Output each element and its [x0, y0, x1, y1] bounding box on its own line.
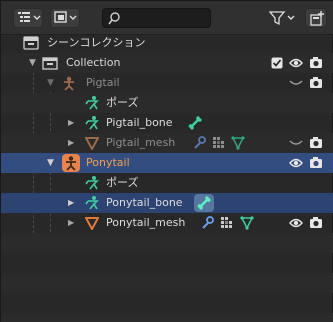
- tree-row-pigtail-pose[interactable]: ポーズ: [1, 93, 333, 113]
- pigtail-pose-label: ポーズ: [106, 96, 139, 109]
- collection-icon: [42, 57, 58, 70]
- armature-figure-icon: [66, 156, 76, 171]
- tree-row-ponytail-bone[interactable]: ▶ Ponytail_bone: [1, 193, 333, 213]
- scene-collection-label: シーンコレクション: [47, 36, 146, 49]
- tree-row-collection[interactable]: ▼ Collection: [1, 53, 333, 73]
- empty-row: [1, 273, 333, 293]
- armature-icon: [64, 76, 74, 91]
- armature-icon: [62, 154, 80, 172]
- armature-data-icon: [85, 116, 99, 130]
- armature-data-icon: [85, 196, 99, 210]
- camera-icon[interactable]: [309, 156, 323, 169]
- camera-icon[interactable]: [309, 216, 323, 229]
- outliner-panel: シーンコレクション ▼ Collection ▼ Pigtail ポーズ ▶ P…: [0, 0, 333, 322]
- camera-icon[interactable]: [309, 136, 323, 149]
- eye-icon[interactable]: [289, 217, 303, 229]
- empty-row: [1, 293, 333, 313]
- mesh-data-icon: [240, 216, 254, 230]
- search-input[interactable]: [102, 8, 211, 28]
- bone-icon: [197, 196, 211, 210]
- tree-row-ponytail-pose[interactable]: ポーズ: [1, 173, 333, 193]
- collection-label: Collection: [66, 56, 121, 69]
- vertex-groups-icon: [221, 217, 232, 228]
- new-collection-icon: [310, 11, 324, 26]
- wrench-icon: [202, 216, 214, 229]
- expand-arrow-icon[interactable]: ▶: [68, 137, 74, 149]
- pigtail-bone-label: Pigtail_bone: [106, 116, 173, 129]
- eye-icon[interactable]: [289, 157, 303, 169]
- camera-icon[interactable]: [309, 76, 323, 89]
- mesh-object-icon: [85, 217, 99, 230]
- mesh-object-icon: [85, 137, 99, 150]
- tree-row-ponytail-mesh[interactable]: ▶ Ponytail_mesh: [1, 213, 333, 233]
- expand-arrow-icon[interactable]: ▼: [29, 57, 36, 69]
- display-mode-icon: [54, 11, 77, 23]
- ponytail-label: Ponytail: [86, 156, 130, 169]
- expand-arrow-icon[interactable]: ▼: [47, 77, 54, 89]
- tree-row-scene-collection[interactable]: シーンコレクション: [1, 33, 333, 53]
- ponytail-mesh-label: Ponytail_mesh: [106, 216, 186, 229]
- filter-button[interactable]: [267, 8, 299, 28]
- outliner-icon: [18, 12, 41, 22]
- expand-arrow-icon[interactable]: ▶: [68, 117, 74, 129]
- empty-row: [1, 313, 333, 322]
- vertex-groups-icon: [213, 137, 224, 148]
- empty-row: [1, 233, 333, 253]
- expand-arrow-icon[interactable]: ▼: [47, 157, 54, 169]
- tree-row-pigtail-mesh[interactable]: ▶ Pigtail_mesh: [1, 133, 333, 153]
- pigtail-mesh-label: Pigtail_mesh: [106, 136, 176, 149]
- ponytail-pose-label: ポーズ: [106, 176, 139, 189]
- pose-icon: [85, 96, 99, 110]
- search-icon: [108, 12, 120, 25]
- display-mode-button[interactable]: [50, 8, 80, 28]
- filter-icon: [269, 11, 295, 26]
- eye-closed-icon[interactable]: [289, 138, 303, 148]
- tree-row-ponytail[interactable]: ▼ Ponytail: [1, 153, 333, 173]
- new-collection-button[interactable]: [305, 8, 327, 28]
- pose-icon: [85, 176, 99, 190]
- outliner-header: [1, 1, 333, 35]
- scene-collection-icon: [23, 36, 39, 50]
- camera-icon[interactable]: [309, 56, 323, 69]
- mesh-data-icon: [231, 136, 245, 150]
- expand-arrow-icon[interactable]: ▶: [68, 217, 74, 229]
- empty-row: [1, 253, 333, 273]
- bone-icon: [188, 116, 202, 130]
- wrench-icon: [194, 136, 206, 149]
- expand-arrow-icon[interactable]: ▶: [68, 197, 74, 209]
- eye-closed-icon[interactable]: [289, 78, 303, 88]
- eye-icon[interactable]: [289, 57, 303, 69]
- checkbox-icon[interactable]: [271, 57, 283, 69]
- pigtail-label: Pigtail: [86, 76, 120, 89]
- editor-type-button[interactable]: [13, 8, 43, 28]
- ponytail-bone-label: Ponytail_bone: [106, 196, 183, 209]
- tree-row-pigtail[interactable]: ▼ Pigtail: [1, 73, 333, 93]
- bone-icon-highlight[interactable]: [194, 194, 214, 212]
- tree-row-pigtail-bone[interactable]: ▶ Pigtail_bone: [1, 113, 333, 133]
